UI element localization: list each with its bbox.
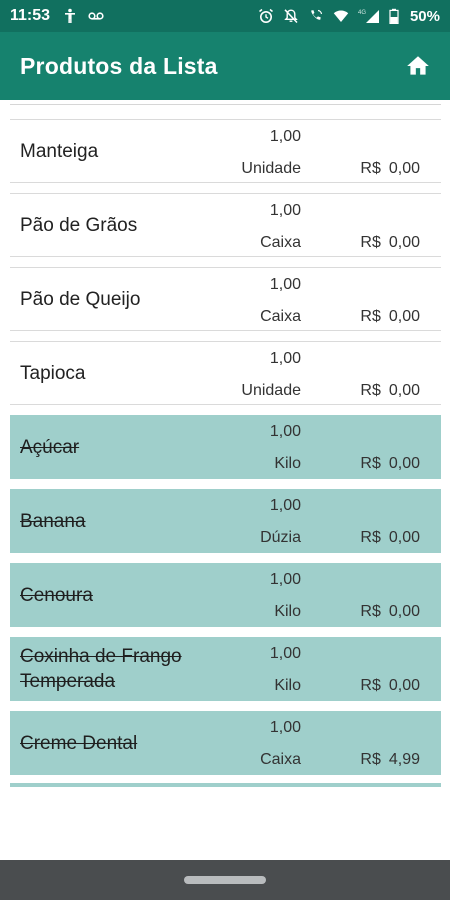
price-value: 0,00 (388, 603, 420, 620)
voicemail-icon (88, 8, 104, 24)
product-unit: Caixa (260, 234, 301, 251)
product-quantity: 1,00 (269, 350, 301, 367)
product-price: R$ 0,00 (360, 529, 420, 547)
price-value: 0,00 (388, 455, 420, 472)
list-item[interactable]: Creme Dental 1,00 Caixa R$ 4,99 (10, 711, 441, 775)
product-quantity: 1,00 (269, 497, 301, 514)
product-price: R$ 0,00 (360, 603, 420, 621)
currency-symbol: R$ (360, 751, 381, 768)
product-quantity: 1,00 (269, 719, 301, 736)
list-item-partial (10, 783, 441, 787)
status-time: 11:53 (10, 7, 51, 24)
navigation-bar (0, 860, 450, 900)
currency-symbol: R$ (360, 382, 381, 399)
product-name: Coxinha de Frango Temperada (20, 646, 182, 692)
product-unit: Kilo (274, 455, 301, 472)
wifi-calling-icon (308, 8, 324, 24)
product-unit: Caixa (260, 308, 301, 325)
price-value: 0,00 (388, 308, 420, 325)
product-unit: Kilo (274, 677, 301, 694)
price-value: 0,00 (388, 382, 420, 399)
product-unit: Unidade (241, 160, 301, 177)
price-value: 0,00 (388, 160, 420, 177)
product-unit: Kilo (274, 603, 301, 620)
product-price: R$ 0,00 (360, 382, 420, 400)
home-icon (407, 56, 429, 75)
product-quantity: 1,00 (269, 276, 301, 293)
product-unit: Caixa (260, 751, 301, 768)
page-title: Produtos da Lista (20, 52, 218, 79)
notifications-off-icon (283, 8, 299, 24)
list-item[interactable]: Pão de Queijo 1,00 Caixa R$ 0,00 (10, 267, 441, 331)
product-name: Açúcar (20, 436, 80, 458)
app-bar: Produtos da Lista (0, 32, 450, 100)
battery-percent: 50% (409, 7, 440, 25)
product-quantity: 1,00 (269, 423, 301, 440)
product-list[interactable]: Manteiga 1,00 Unidade R$ 0,00 Pão de Grãos 1,0… (0, 100, 450, 790)
list-item-partial (10, 100, 441, 105)
currency-symbol: R$ (360, 529, 381, 546)
product-rows: Manteiga 1,00 Unidade R$ 0,00 Pão de Grãos 1,0… (0, 119, 450, 785)
status-bar: 11:53 4G 50% (0, 0, 450, 32)
product-name: Cenoura (20, 584, 93, 606)
price-value: 0,00 (388, 234, 420, 251)
status-left-icons (62, 8, 104, 24)
currency-symbol: R$ (360, 603, 381, 620)
status-right-icons: 4G 50% (258, 8, 440, 25)
currency-symbol: R$ (360, 455, 381, 472)
list-item[interactable]: Banana 1,00 Dúzia R$ 0,00 (10, 489, 441, 553)
battery-icon (389, 8, 399, 24)
product-name: Banana (20, 510, 86, 532)
list-item[interactable]: Açúcar 1,00 Kilo R$ 0,00 (10, 415, 441, 479)
list-item[interactable]: Pão de Grãos 1,00 Caixa R$ 0,00 (10, 193, 441, 257)
price-value: 0,00 (388, 677, 420, 694)
list-item[interactable]: Coxinha de Frango Temperada 1,00 Kilo R$ 0,0… (10, 637, 441, 701)
signal-icon: 4G (358, 8, 380, 24)
product-quantity: 1,00 (269, 645, 301, 662)
currency-symbol: R$ (360, 234, 381, 251)
product-quantity: 1,00 (269, 571, 301, 588)
home-gesture-handle[interactable] (184, 876, 266, 884)
list-item[interactable]: Tapioca 1,00 Unidade R$ 0,00 (10, 341, 441, 405)
product-name: Manteiga (20, 140, 99, 162)
product-price: R$ 0,00 (360, 234, 420, 252)
product-unit: Unidade (241, 382, 301, 399)
network-type: 4G (358, 10, 366, 16)
product-name: Pão de Queijo (20, 288, 141, 310)
home-button[interactable] (402, 50, 434, 82)
wifi-icon (333, 8, 349, 24)
price-value: 4,99 (388, 751, 420, 768)
product-price: R$ 0,00 (360, 455, 420, 473)
product-name: Pão de Grãos (20, 214, 138, 236)
product-price: R$ 0,00 (360, 677, 420, 695)
alarm-icon (258, 8, 274, 24)
product-price: R$ 4,99 (360, 751, 420, 769)
price-value: 0,00 (388, 529, 420, 546)
list-item[interactable]: Manteiga 1,00 Unidade R$ 0,00 (10, 119, 441, 183)
product-name: Creme Dental (20, 732, 138, 754)
accessibility-icon (62, 8, 78, 24)
product-quantity: 1,00 (269, 202, 301, 219)
product-price: R$ 0,00 (360, 160, 420, 178)
product-name: Tapioca (20, 362, 86, 384)
currency-symbol: R$ (360, 677, 381, 694)
currency-symbol: R$ (360, 308, 381, 325)
product-unit: Dúzia (260, 529, 301, 546)
currency-symbol: R$ (360, 160, 381, 177)
list-item[interactable]: Cenoura 1,00 Kilo R$ 0,00 (10, 563, 441, 627)
product-price: R$ 0,00 (360, 308, 420, 326)
product-quantity: 1,00 (269, 128, 301, 145)
